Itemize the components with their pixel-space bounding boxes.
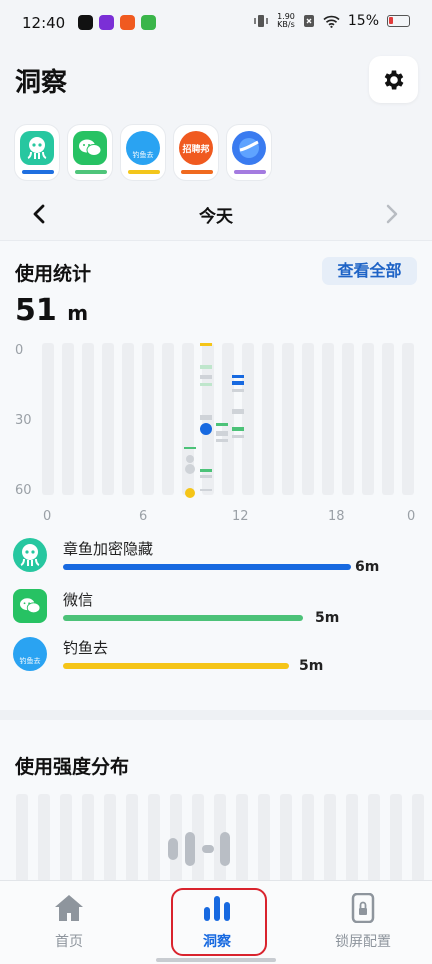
wechat-icon bbox=[13, 589, 47, 623]
lock-icon bbox=[351, 892, 375, 924]
app-tile-wechat[interactable] bbox=[67, 124, 113, 181]
nav-item-lockscreen[interactable]: 锁屏配置 bbox=[313, 892, 413, 951]
app-filter-row: 钓鱼去 招聘邦 bbox=[14, 124, 272, 181]
usage-intensity-title: 使用强度分布 bbox=[15, 756, 130, 778]
app-tile-browser[interactable] bbox=[226, 124, 272, 181]
octopus-icon bbox=[13, 538, 47, 572]
date-label: 今天 bbox=[199, 207, 233, 227]
app-usage-bar bbox=[63, 615, 303, 621]
app-usage-value: 6m bbox=[355, 559, 380, 575]
total-usage-unit: m bbox=[67, 301, 89, 325]
app-color-bar bbox=[234, 170, 266, 174]
x-axis-label: 0 bbox=[407, 509, 416, 524]
app-usage-bar bbox=[63, 564, 351, 570]
chart-grid bbox=[42, 343, 414, 498]
battery-percent: 15% bbox=[347, 13, 379, 29]
x-axis-label: 0 bbox=[43, 509, 52, 524]
x-axis-label: 18 bbox=[328, 509, 345, 524]
active-nav-highlight bbox=[171, 888, 267, 956]
app-usage-name: 微信 bbox=[63, 591, 94, 609]
usage-intensity-card: 使用强度分布 bbox=[0, 720, 432, 882]
x-axis-label: 6 bbox=[139, 509, 148, 524]
page-title: 洞察 bbox=[15, 68, 68, 98]
wechat-icon bbox=[73, 131, 107, 165]
home-indicator[interactable] bbox=[156, 958, 276, 962]
nav-item-home[interactable]: 首页 bbox=[19, 893, 119, 951]
chevron-right-icon[interactable] bbox=[381, 202, 403, 226]
app-usage-name: 章鱼加密隐藏 bbox=[63, 540, 154, 558]
app-color-bar bbox=[22, 170, 54, 174]
view-all-button[interactable]: 查看全部 bbox=[322, 257, 417, 285]
app-tile-diaoyuqu[interactable]: 钓鱼去 bbox=[120, 124, 166, 181]
app-color-bar bbox=[75, 170, 107, 174]
status-time: 12:40 bbox=[22, 14, 66, 32]
vibrate-icon bbox=[254, 15, 268, 27]
app-usage-item[interactable]: 章鱼加密隐藏 6m bbox=[13, 538, 413, 578]
section-divider bbox=[0, 710, 432, 720]
app-usage-value: 5m bbox=[315, 610, 340, 626]
recruit-notification-icon bbox=[120, 15, 135, 30]
net-speed: 1.90 KB/s bbox=[277, 12, 295, 29]
home-icon bbox=[55, 895, 83, 921]
app-tile-zhaopinbang[interactable]: 招聘邦 bbox=[173, 124, 219, 181]
date-navigation: 今天 bbox=[0, 196, 432, 234]
wifi-icon bbox=[323, 15, 340, 28]
usage-timeline-chart: 0 30 60 0 6 12 18 0 bbox=[0, 339, 432, 529]
usage-stats-card: 使用统计 查看全部 51 m 0 30 60 0 6 12 18 0 章鱼加密隐… bbox=[0, 240, 432, 710]
tiktok-icon bbox=[78, 15, 93, 30]
battery-icon bbox=[387, 15, 410, 27]
recruit-app-icon: 招聘邦 bbox=[179, 131, 213, 165]
notification-icons bbox=[78, 15, 156, 30]
app-color-bar bbox=[128, 170, 160, 174]
status-bar: 12:40 1.90 KB/s 15% bbox=[0, 0, 432, 48]
total-usage: 51 m bbox=[15, 293, 88, 328]
gear-icon bbox=[384, 69, 403, 90]
fishing-app-icon-text: 钓鱼去 bbox=[19, 657, 41, 665]
browser-icon bbox=[232, 131, 266, 165]
fishing-app-icon: 钓鱼去 bbox=[13, 637, 47, 671]
octopus-icon bbox=[20, 131, 54, 165]
app-usage-name: 钓鱼去 bbox=[63, 639, 109, 657]
status-right: 1.90 KB/s 15% bbox=[253, 13, 410, 29]
app-usage-value: 5m bbox=[299, 658, 324, 674]
x-axis-label: 12 bbox=[232, 509, 249, 524]
app-usage-item[interactable]: 微信 5m bbox=[13, 589, 413, 629]
nav-label-home: 首页 bbox=[55, 934, 83, 950]
shop-notification-icon bbox=[141, 15, 156, 30]
fishing-app-icon: 钓鱼去 bbox=[126, 131, 160, 165]
app-usage-item[interactable]: 钓鱼去 钓鱼去 5m bbox=[13, 637, 413, 677]
recruit-app-icon-text: 招聘邦 bbox=[182, 144, 210, 155]
app-tile-octopus[interactable] bbox=[14, 124, 60, 181]
app-notification-icon bbox=[99, 15, 114, 30]
nav-label-lockscreen: 锁屏配置 bbox=[335, 934, 391, 950]
fishing-app-icon-text: 钓鱼去 bbox=[132, 151, 154, 159]
sim-icon bbox=[303, 15, 314, 27]
intensity-chart bbox=[16, 794, 424, 882]
app-usage-bar bbox=[63, 663, 289, 669]
settings-button[interactable] bbox=[369, 56, 418, 103]
app-color-bar bbox=[181, 170, 213, 174]
usage-stats-title: 使用统计 bbox=[15, 263, 92, 285]
total-usage-value: 51 bbox=[15, 293, 57, 328]
